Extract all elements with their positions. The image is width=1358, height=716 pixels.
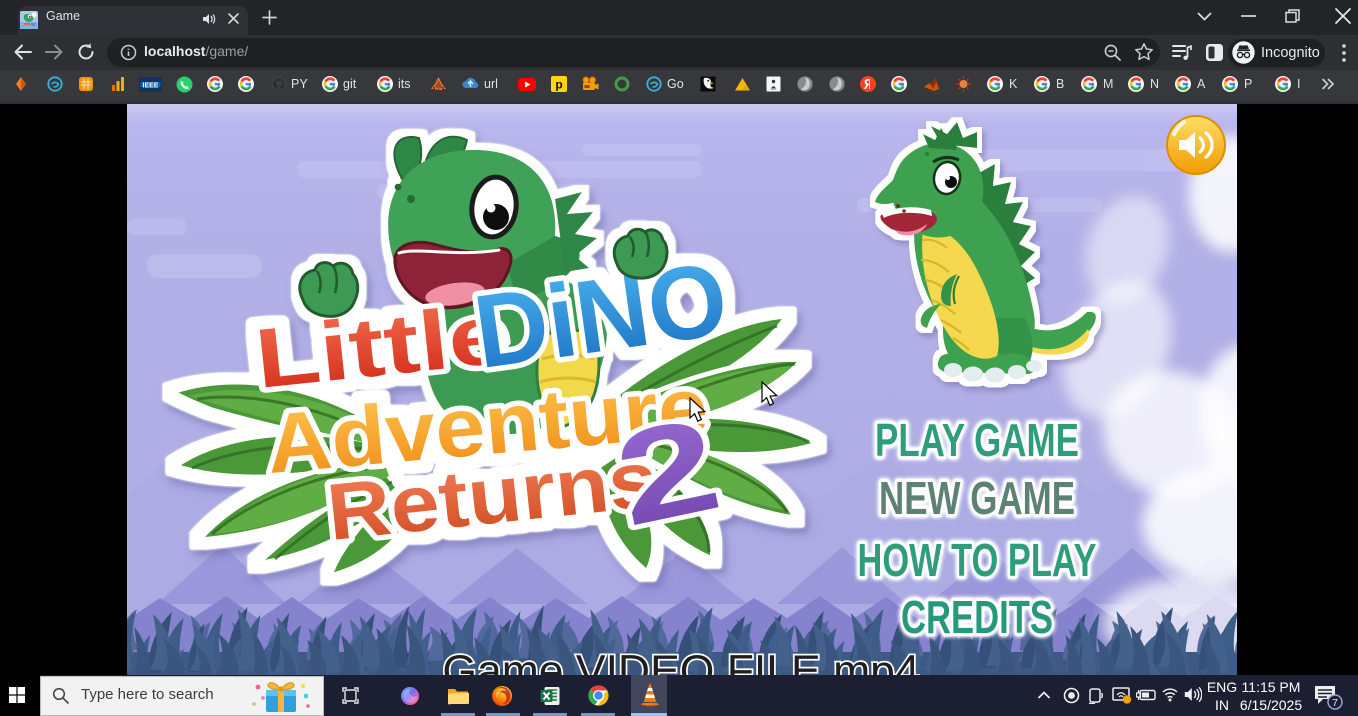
svg-text:PRA: PRA (435, 87, 443, 91)
svg-text:HOW TO PLAY: HOW TO PLAY (858, 534, 1097, 586)
svg-text:PLAY GAME: PLAY GAME (875, 414, 1079, 466)
svg-text:IEEE: IEEE (143, 83, 159, 90)
svg-text:p: p (555, 78, 562, 92)
svg-text:CREDITS: CREDITS (901, 591, 1053, 643)
svg-text:NEW GAME: NEW GAME (879, 472, 1075, 524)
svg-text:Game VIDEO FILE mp4: Game VIDEO FILE mp4 (442, 647, 919, 675)
svg-text:7: 7 (1332, 697, 1338, 709)
